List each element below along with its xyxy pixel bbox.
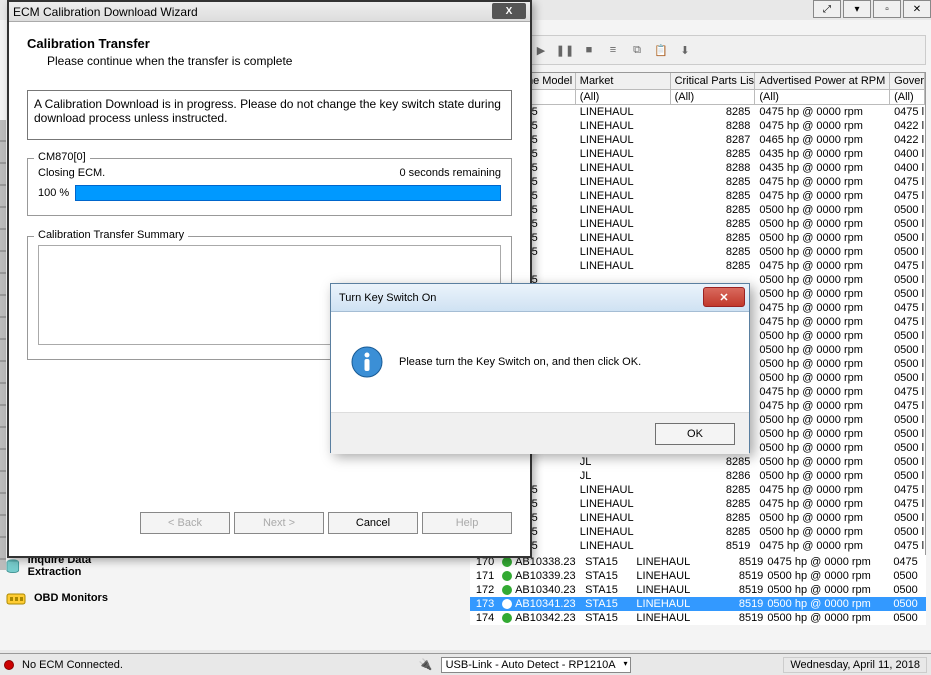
table-row[interactable]: 8.16STA15LINEHAUL82880435 hp @ 0000 rpm0… (471, 161, 925, 175)
table-row[interactable]: 8.15STA15LINEHAUL82850500 hp @ 0000 rpm0… (471, 231, 925, 245)
table-row[interactable]: 6.15STA15LINEHAUL82850500 hp @ 0000 rpm0… (471, 217, 925, 231)
maximize-icon[interactable]: ▫ (873, 0, 901, 18)
grid-filter-row: (All) (All) (All) (All) (All) (All) (471, 90, 925, 105)
table-row[interactable]: 4.16STA15LINEHAUL82850500 hp @ 0000 rpm0… (471, 203, 925, 217)
progress-bar (75, 185, 501, 201)
grid-header: de Engine Model Market Critical Parts Li… (471, 73, 925, 90)
table-row[interactable]: 0.16STA15LINEHAUL82850475 hp @ 0000 rpm0… (471, 497, 925, 511)
pause-icon[interactable]: ❚❚ (557, 42, 573, 58)
table-row[interactable]: 2.16STA15LINEHAUL82850475 hp @ 0000 rpm0… (471, 189, 925, 203)
table-row[interactable]: 0.15STA15LINEHAUL82850500 hp @ 0000 rpm0… (471, 245, 925, 259)
msgbox-close-button[interactable]: ✕ (703, 287, 745, 307)
col-advertised-power[interactable]: Advertised Power at RPM (755, 73, 890, 89)
next-button: Next > (234, 512, 324, 534)
play-icon[interactable]: ▶ (533, 42, 549, 58)
table-row[interactable]: 8.16STA15LINEHAUL82850475 hp @ 0000 rpm0… (471, 483, 925, 497)
wizard-instruction: A Calibration Download is in progress. P… (27, 90, 512, 140)
msgbox-titlebar[interactable]: Turn Key Switch On ✕ (331, 284, 749, 312)
filter-gov[interactable]: (All) (890, 90, 925, 104)
table-row[interactable]: 173AB10341.23STA15LINEHAUL85190500 hp @ … (470, 597, 926, 611)
msgbox-title: Turn Key Switch On (339, 292, 436, 304)
col-governor[interactable]: Gover (890, 73, 925, 89)
status-date: Wednesday, April 11, 2018 (783, 657, 927, 673)
wizard-subtitle: Please continue when the transfer is com… (47, 54, 512, 68)
playback-toolbar: ◀ ▶ ❚❚ ■ ≡ ⧉ 📋 ⬇ (500, 35, 926, 65)
table-row[interactable]: 5.16STA15LINEHAUL82880475 hp @ 0000 rpm0… (471, 119, 925, 133)
closing-ecm-text: Closing ECM. (38, 167, 105, 179)
col-market[interactable]: Market (576, 73, 671, 89)
device-legend: CM870[0] (34, 151, 90, 163)
table-row[interactable]: 4.15STA15LINEHAUL82850500 hp @ 0000 rpm0… (471, 511, 925, 525)
table-row[interactable]: 7.16STA15LINEHAUL82850435 hp @ 0000 rpm0… (471, 147, 925, 161)
col-critical-parts[interactable]: Critical Parts List (671, 73, 756, 89)
table-row[interactable]: 2.16STALINEHAUL82850475 hp @ 0000 rpm047… (471, 259, 925, 273)
download-icon[interactable]: ⬇ (677, 42, 693, 58)
wizard-close-button[interactable]: X (492, 3, 526, 19)
table-row[interactable]: 172AB10340.23STA15LINEHAUL85190500 hp @ … (470, 583, 926, 597)
table-row[interactable]: JL82850500 hp @ 0000 rpm0500 l (471, 455, 925, 469)
cancel-button[interactable]: Cancel (328, 512, 418, 534)
back-button: < Back (140, 512, 230, 534)
table-row[interactable]: 171AB10339.23STA15LINEHAUL85190500 hp @ … (470, 569, 926, 583)
minimize-icon[interactable]: ▾ (843, 0, 871, 18)
table-row[interactable]: 4.14STA15LINEHAUL82850475 hp @ 0000 rpm0… (471, 105, 925, 119)
wizard-titlebar[interactable]: ECM Calibration Download Wizard X (9, 2, 530, 22)
table-row[interactable]: 0.16STA15LINEHAUL82850475 hp @ 0000 rpm0… (471, 175, 925, 189)
adapter-select[interactable]: USB-Link - Auto Detect - RP1210A (441, 657, 631, 673)
key-switch-msgbox: Turn Key Switch On ✕ Please turn the Key… (330, 283, 750, 453)
filter-market[interactable]: (All) (576, 90, 671, 104)
ok-button[interactable]: OK (655, 423, 735, 445)
obd-icon (4, 586, 28, 610)
device-progress-group: CM870[0] Closing ECM. 0 seconds remainin… (27, 158, 512, 216)
help-button: Help (422, 512, 512, 534)
connector-icon: 🔌 (419, 658, 433, 671)
sidebar-item-obd[interactable]: OBD Monitors (0, 582, 120, 614)
wizard-heading: Calibration Transfer (27, 36, 512, 51)
wizard-title: ECM Calibration Download Wizard (13, 5, 198, 19)
ecm-status-text: No ECM Connected. (22, 659, 123, 671)
table-row[interactable]: 6.16STA15LINEHAUL82870465 hp @ 0000 rpm0… (471, 133, 925, 147)
table-row[interactable]: 6.15STA15LINEHAUL82850500 hp @ 0000 rpm0… (471, 525, 925, 539)
table-row[interactable]: 170AB10338.23STA15LINEHAUL85190475 hp @ … (470, 555, 926, 569)
table-row[interactable]: 174AB10342.23STA15LINEHAUL85190500 hp @ … (470, 611, 926, 625)
clip-icon[interactable]: 📋 (653, 42, 669, 58)
sidebar-item-label: OBD Monitors (34, 592, 108, 604)
expand-icon[interactable]: ⤢ (813, 0, 841, 18)
progress-percent: 100 % (38, 187, 69, 199)
info-icon (351, 346, 383, 378)
ecm-calibration-wizard: ECM Calibration Download Wizard X Calibr… (7, 0, 532, 558)
summary-legend: Calibration Transfer Summary (34, 229, 188, 241)
seconds-remaining: 0 seconds remaining (399, 167, 501, 179)
close-icon[interactable]: ✕ (903, 0, 931, 18)
ecm-status-led (4, 660, 14, 670)
filter-power[interactable]: (All) (755, 90, 890, 104)
list-icon[interactable]: ≡ (605, 42, 621, 58)
table-row[interactable]: 7.23STA15LINEHAUL85190475 hp @ 0000 rpm0… (471, 539, 925, 553)
filter-crit[interactable]: (All) (671, 90, 756, 104)
copy-icon[interactable]: ⧉ (629, 42, 645, 58)
msgbox-message: Please turn the Key Switch on, and then … (399, 356, 641, 368)
status-bar: No ECM Connected. 🔌 USB-Link - Auto Dete… (0, 653, 931, 675)
table-row[interactable]: JL82860500 hp @ 0000 rpm0500 l (471, 469, 925, 483)
stop-icon[interactable]: ■ (581, 42, 597, 58)
